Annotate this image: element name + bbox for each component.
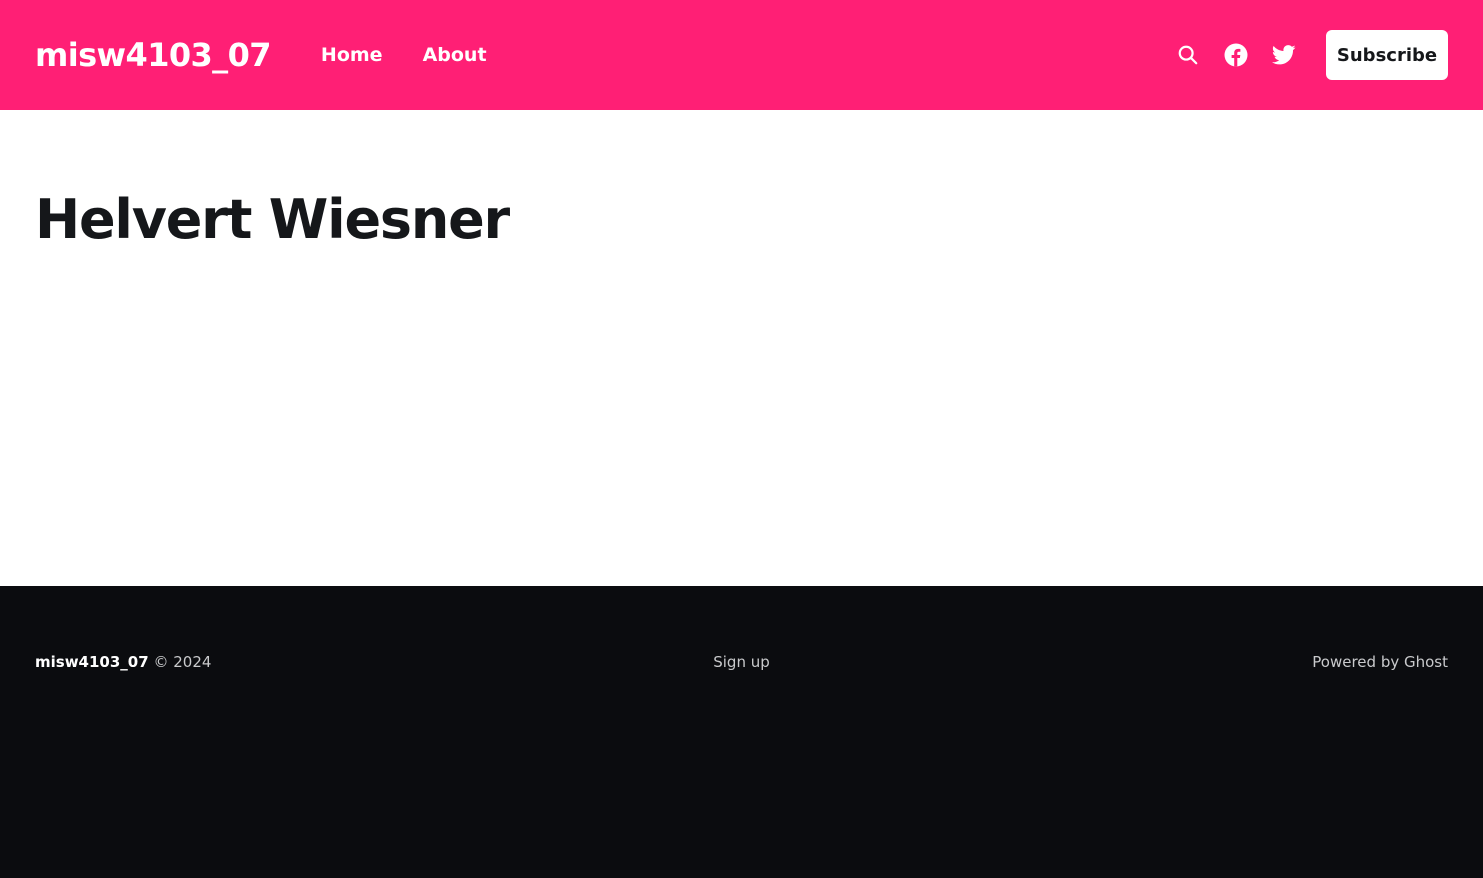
site-header: misw4103_07 Home About Subscribe	[0, 0, 1483, 110]
main-nav: Home About	[321, 44, 487, 66]
header-actions: Subscribe	[1176, 30, 1448, 80]
facebook-icon[interactable]	[1224, 43, 1248, 67]
footer-copyright: misw4103_07 © 2024	[35, 653, 211, 671]
site-logo[interactable]: misw4103_07	[35, 36, 272, 74]
twitter-icon[interactable]	[1272, 43, 1296, 67]
footer-site-title[interactable]: misw4103_07	[35, 653, 149, 671]
footer-links: Sign up	[35, 653, 1448, 671]
site-footer: misw4103_07 © 2024 Sign up Powered by Gh…	[0, 586, 1483, 878]
search-icon[interactable]	[1176, 43, 1200, 67]
nav-item-home[interactable]: Home	[321, 44, 383, 66]
nav-item-about[interactable]: About	[423, 44, 487, 66]
signup-link[interactable]: Sign up	[713, 653, 770, 671]
copyright-text: © 2024	[153, 653, 212, 671]
powered-by-link[interactable]: Powered by Ghost	[1312, 653, 1448, 671]
footer-powered-by: Powered by Ghost	[1312, 653, 1448, 671]
author-name: Helvert Wiesner	[35, 188, 510, 251]
footer-row: misw4103_07 © 2024 Sign up Powered by Gh…	[35, 653, 1448, 671]
subscribe-button[interactable]: Subscribe	[1326, 30, 1448, 80]
main-content: Helvert Wiesner	[0, 110, 1483, 586]
